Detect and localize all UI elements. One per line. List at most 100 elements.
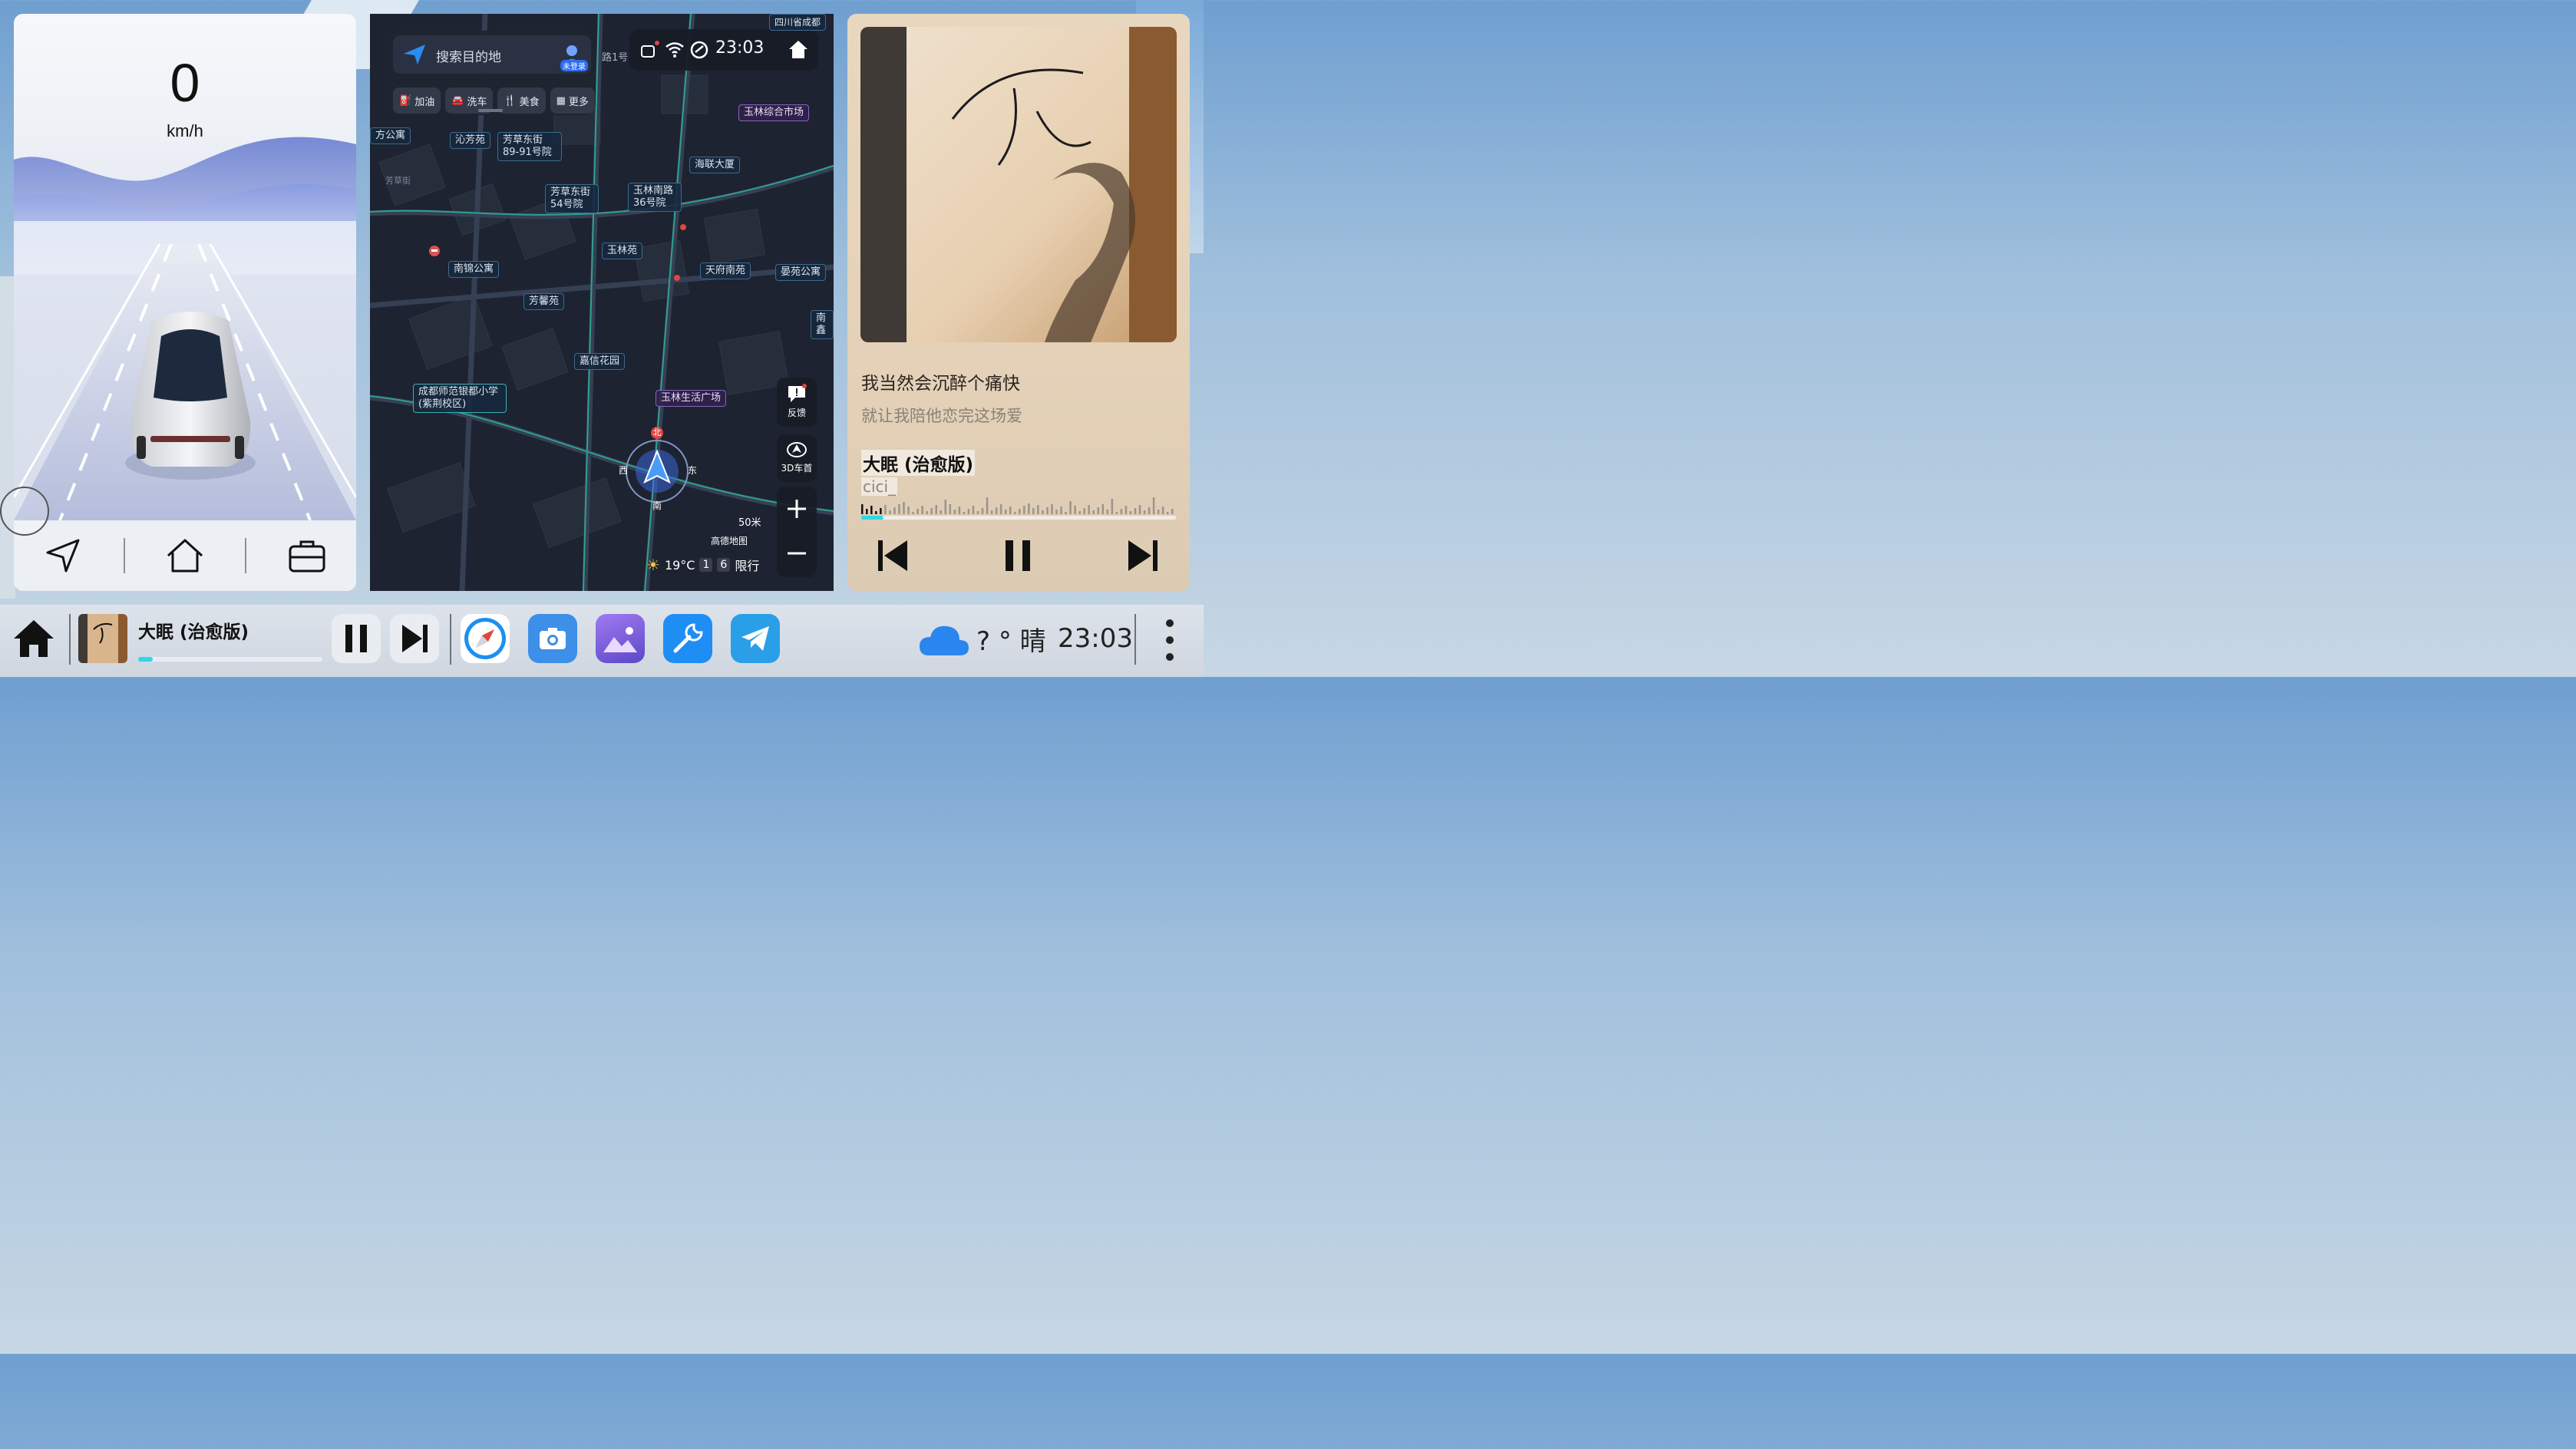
compass-west: 西 (619, 465, 629, 476)
poi-label[interactable]: 芳草东街89-91号院 (497, 132, 562, 161)
quick-action-food[interactable]: 🍴 美食 (497, 87, 546, 114)
map-provider-logo: 高德地图 (711, 536, 748, 546)
compass-north: 北 (651, 427, 663, 439)
waveform-bar (1120, 509, 1123, 514)
feedback-label: 反馈 (787, 408, 806, 418)
waveform-bar (1152, 497, 1155, 514)
song-title: 大眠 (治愈版) (861, 450, 976, 476)
dock-clock: 23:03 (1058, 623, 1133, 654)
poi-label[interactable]: 南鑫 (811, 310, 834, 339)
waveform-bar (861, 504, 864, 514)
briefcase-button[interactable] (269, 529, 345, 583)
app-gallery[interactable] (596, 614, 645, 663)
dock-weather: ? ° 晴 (976, 626, 1046, 657)
music-panel: 我当然会沉醉个痛快 就让我陪他恋完这场爱 大眠 (治愈版) cici_ (847, 14, 1190, 591)
zoom-controls (777, 487, 817, 577)
waveform-bar (1129, 511, 1132, 514)
poi-label[interactable]: 芳草街 (381, 173, 415, 189)
dock-pause-button[interactable] (332, 614, 381, 663)
poi-label[interactable]: 路1号 (597, 51, 632, 66)
app-safari[interactable] (461, 614, 510, 663)
waveform-bar (1032, 508, 1035, 514)
poi-label[interactable]: 芳馨苑 (523, 293, 565, 310)
dock-progress-fill (138, 657, 154, 662)
waveform-bar (995, 507, 998, 514)
dock-home-button[interactable] (11, 616, 57, 662)
poi-label[interactable]: 南锦公寓 (448, 261, 500, 278)
map-scale: 50米 (738, 517, 761, 529)
zoom-out-button[interactable] (777, 531, 817, 576)
poi-label[interactable]: 海联大厦 (689, 157, 741, 173)
waveform-bar (1115, 512, 1118, 514)
waveform-bar (1148, 507, 1151, 514)
poi-label[interactable]: 芳草东街54号院 (545, 184, 599, 213)
pause-button[interactable] (995, 533, 1041, 579)
wifi-icon (665, 42, 684, 58)
hotspot-icon (690, 41, 708, 59)
map-panel[interactable]: 搜索目的地 未登录 ⛽ 加油 🚘 洗车 🍴 美食 ▦ 更多 23:03 四川省成都 路1… (370, 14, 834, 591)
poi-label[interactable]: 方公寓 (370, 127, 411, 144)
waveform-bar (1009, 507, 1012, 514)
home-button[interactable] (147, 529, 223, 583)
waveform-bar (1065, 512, 1067, 514)
waveform-bar (1171, 509, 1174, 514)
app-telegram[interactable] (731, 614, 780, 663)
divider (1134, 614, 1136, 665)
dock-progress-bar[interactable] (138, 657, 322, 662)
poi-label[interactable]: 玉林综合市场 (738, 104, 810, 121)
poi-label[interactable]: 成都师范银都小学(紫荆校区) (413, 384, 507, 413)
heading-3d-button[interactable]: 3D车首 (777, 434, 817, 482)
camera-icon (540, 628, 566, 649)
dock-next-button[interactable] (390, 614, 439, 663)
briefcase-icon (289, 540, 325, 573)
app-settings-tools[interactable] (663, 614, 712, 663)
next-track-button[interactable] (1121, 533, 1167, 579)
floating-assist-handle[interactable] (0, 487, 49, 536)
car-model (125, 312, 256, 480)
quick-action-gas[interactable]: ⛽ 加油 (393, 87, 441, 114)
album-cover[interactable] (860, 27, 1177, 342)
telegram-icon (741, 626, 769, 651)
album-thumbnail-art (78, 614, 127, 663)
poi-label[interactable]: 晏苑公寓 (775, 264, 827, 281)
compass[interactable]: 北 南 东 西 (619, 427, 697, 511)
waveform-bar (981, 508, 984, 514)
waveform-bar (884, 505, 887, 514)
restriction-plate: 6 (717, 558, 731, 572)
poi-label[interactable]: 天府南苑 (700, 262, 751, 279)
previous-track-button[interactable] (869, 533, 915, 579)
poi-label[interactable]: 嘉信花园 (574, 353, 626, 370)
poi-label[interactable]: 沁芳苑 (450, 132, 491, 149)
waveform-bar (967, 509, 970, 514)
poi-label[interactable]: 玉林苑 (602, 243, 643, 259)
waveform-bar (866, 509, 868, 514)
app-camera[interactable] (528, 614, 577, 663)
quick-action-label: 洗车 (467, 96, 487, 108)
quick-action-more[interactable]: ▦ 更多 (550, 87, 595, 114)
poi-label[interactable]: 四川省成都 (769, 14, 827, 31)
poi-label[interactable]: 玉林生活广场 (656, 390, 727, 407)
more-options-button[interactable] (1159, 616, 1181, 665)
login-status-badge[interactable]: 未登录 (560, 60, 588, 71)
car-signal-icon (641, 41, 659, 58)
home-icon[interactable] (788, 38, 809, 60)
waveform-bar (926, 511, 928, 514)
waveform-bar (935, 505, 937, 514)
waveform-bar (1143, 510, 1146, 514)
speed-value: 0 (170, 53, 200, 113)
drag-handle[interactable] (478, 109, 503, 112)
poi-label[interactable]: 玉林南路36号院 (628, 183, 682, 212)
divider (450, 614, 451, 665)
waveform-bar (976, 511, 979, 514)
search-input[interactable]: 搜索目的地 未登录 (393, 35, 591, 74)
audio-waveform-progress[interactable] (861, 497, 1176, 520)
zoom-in-button[interactable] (777, 487, 817, 531)
lyric-next: 就让我陪他恋完这场爱 (861, 407, 1022, 425)
gallery-icon (603, 627, 637, 652)
waveform-bar (1004, 510, 1007, 514)
dock-album-thumbnail[interactable] (78, 614, 127, 663)
waveform-bar (1060, 507, 1062, 514)
waveform-bar (999, 504, 1002, 514)
navigation-button[interactable] (25, 529, 101, 583)
feedback-button[interactable]: 反馈 (777, 378, 817, 427)
